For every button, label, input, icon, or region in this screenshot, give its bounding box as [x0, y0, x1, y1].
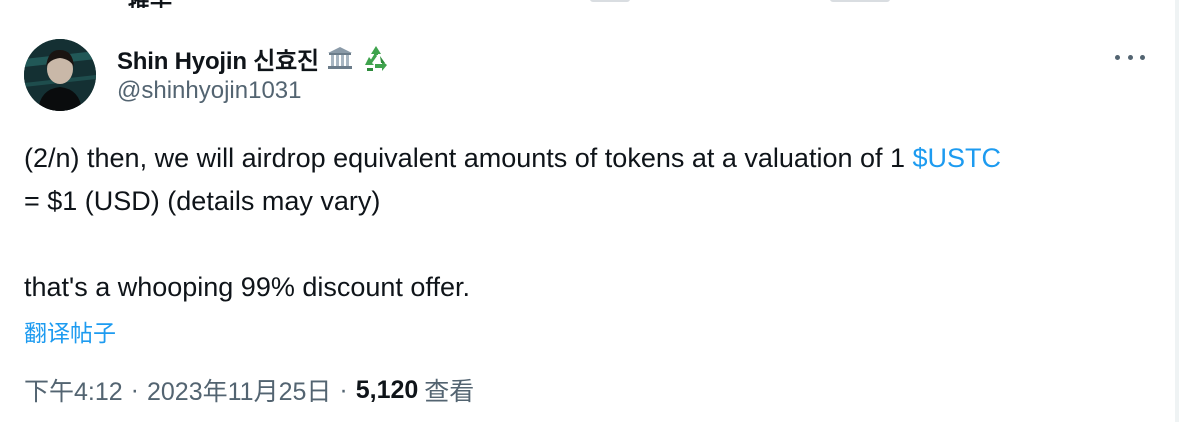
dot: [1115, 54, 1120, 60]
bank-building-icon: [325, 43, 355, 73]
author-handle[interactable]: @shinhyojin1031: [117, 77, 302, 105]
dot: [1127, 54, 1133, 60]
cut-off-mark: [590, 0, 630, 2]
tweet-line-3: that's a whooping 99% discount offer.: [24, 272, 470, 302]
tweet-date[interactable]: 2023年11月25日: [147, 372, 331, 408]
tweet-metadata: 下午4:12 · 2023年11月25日 · 5,120 查看: [24, 372, 474, 408]
avatar-image: [24, 39, 96, 111]
views-count: 5,120: [355, 375, 419, 404]
more-horizontal-icon[interactable]: [1115, 44, 1145, 70]
tweet-text-segment: (2/n) then, we will airdrop equivalent a…: [24, 143, 913, 173]
cut-off-mark: [830, 0, 890, 2]
scrollbar-track[interactable]: [1175, 0, 1179, 422]
avatar[interactable]: [24, 39, 96, 111]
tweet-time[interactable]: 下午4:12: [24, 372, 123, 408]
previous-section-cutoff: 推子: [0, 0, 1179, 8]
cashtag-link[interactable]: $USTC: [913, 143, 1002, 173]
recycle-icon: [361, 43, 391, 73]
views-label: 查看: [424, 378, 475, 406]
dot: [1140, 54, 1145, 60]
author-display-name[interactable]: Shin Hyojin 신효진: [117, 41, 319, 76]
author-name-row[interactable]: Shin Hyojin 신효진: [117, 41, 391, 75]
tweet-text: (2/n) then, we will airdrop equivalent a…: [24, 137, 1144, 309]
translate-post-link[interactable]: 翻译帖子: [24, 314, 116, 348]
tweet-detail: 推子 Shin Hyojin 신효진: [0, 0, 1179, 422]
separator: ·: [339, 375, 348, 404]
cut-off-text: 推子: [128, 0, 172, 8]
tweet-line-2: = $1 (USD) (details may vary): [24, 186, 381, 216]
tweet-line-1: (2/n) then, we will airdrop equivalent a…: [24, 137, 1144, 180]
separator: ·: [130, 375, 139, 404]
